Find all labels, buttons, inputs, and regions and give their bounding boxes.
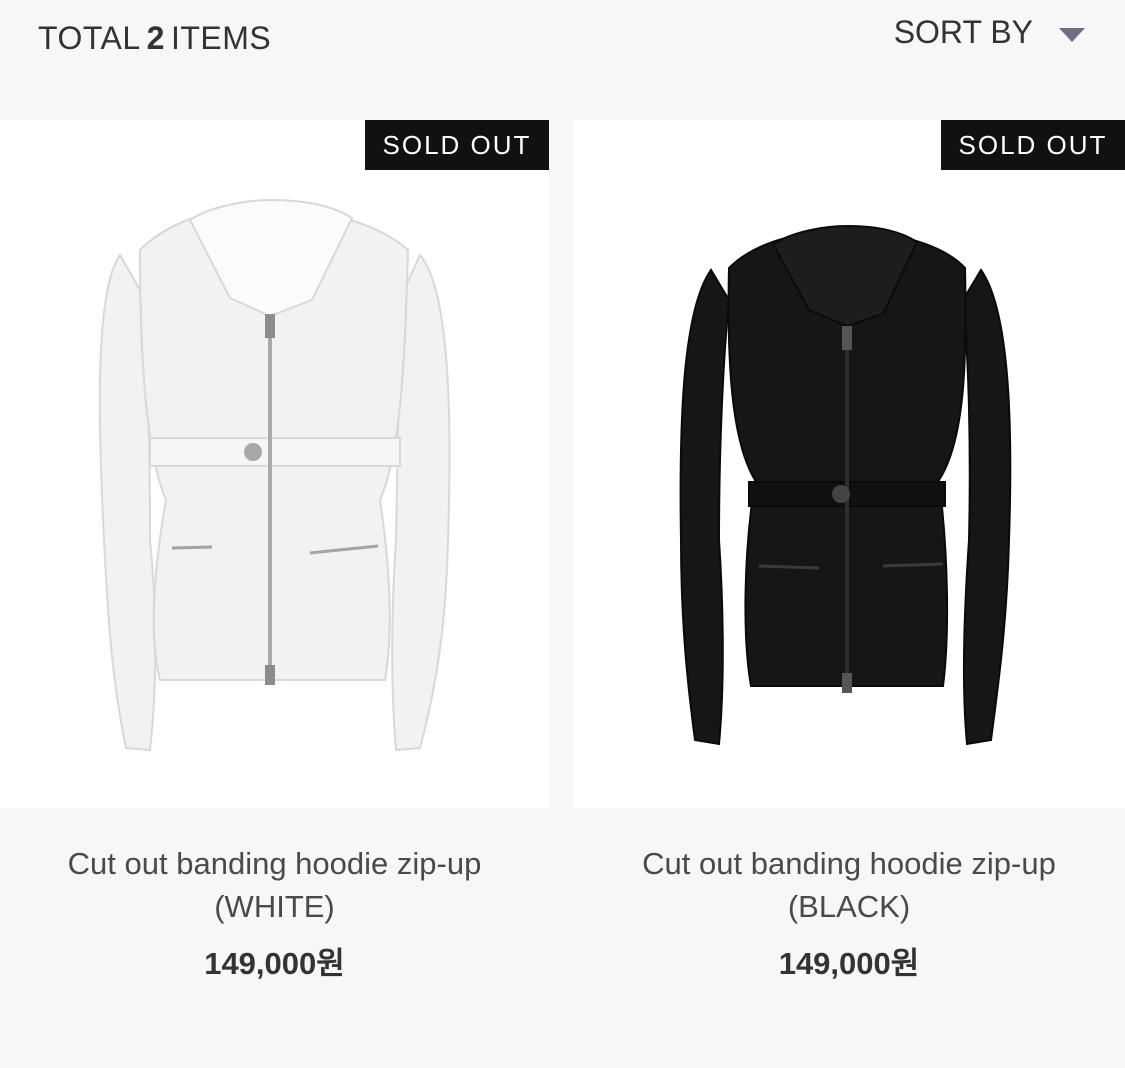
product-name-line2: (BLACK) [787, 889, 911, 924]
product-card-white[interactable]: SOLD OUT Cut out banding hoodie zip-up (… [0, 120, 549, 983]
product-price: 149,000원 [778, 946, 920, 981]
caret-down-icon [1059, 27, 1085, 42]
product-name[interactable]: Cut out banding hoodie zip-up (WHITE) [0, 842, 549, 928]
product-image[interactable]: SOLD OUT [0, 120, 549, 808]
sold-out-badge: SOLD OUT [941, 120, 1125, 170]
sort-by-dropdown[interactable]: SORT BY [894, 14, 1085, 51]
black-hoodie-illustration [679, 224, 1012, 746]
product-name[interactable]: Cut out banding hoodie zip-up (BLACK) [573, 842, 1125, 928]
product-name-line1: Cut out banding hoodie zip-up [67, 846, 482, 881]
total-suffix: ITEMS [170, 20, 272, 56]
total-items-label: TOTAL 2 ITEMS [38, 20, 271, 57]
product-name-line1: Cut out banding hoodie zip-up [642, 846, 1056, 881]
product-card-black[interactable]: SOLD OUT Cut out banding hoodie zip-up (… [573, 120, 1125, 983]
list-header: TOTAL 2 ITEMS SORT BY [0, 0, 1125, 80]
white-hoodie-illustration [98, 198, 451, 752]
product-image[interactable]: SOLD OUT [573, 120, 1125, 808]
product-name-line2: (WHITE) [214, 889, 335, 924]
sort-by-label: SORT BY [893, 14, 1033, 50]
product-price: 149,000원 [204, 946, 345, 981]
total-prefix: TOTAL [38, 20, 141, 56]
total-count: 2 [146, 20, 165, 56]
sold-out-badge: SOLD OUT [365, 120, 549, 170]
